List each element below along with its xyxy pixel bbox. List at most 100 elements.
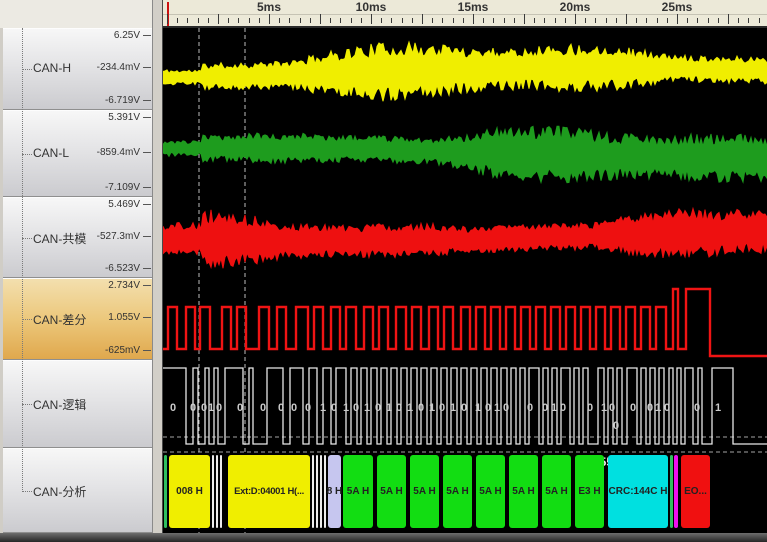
ruler-tick (759, 18, 760, 23)
ruler-tick (371, 14, 372, 24)
decode-block[interactable]: CRC:144C H (608, 455, 668, 528)
ruler-tick (646, 18, 647, 23)
ruler-time-label: 15ms (458, 0, 489, 14)
logic-bit-label: 0 (278, 402, 284, 414)
logic-bit-label: 0 (613, 420, 619, 432)
logic-bit-label: 1 (494, 402, 500, 414)
decode-block[interactable]: E3 H (575, 455, 604, 528)
logic-bit-label: 1 (655, 402, 661, 414)
decode-block[interactable] (320, 455, 322, 528)
tree-connector (22, 238, 32, 239)
scope-window: 5ms10ms15ms20ms25ms CAN-H6.25V-234.4mV-6… (0, 0, 767, 542)
ruler-tick (177, 18, 178, 23)
ruler-tick (259, 18, 260, 23)
ruler-tick (289, 18, 290, 23)
decode-block[interactable]: EO... (681, 455, 710, 528)
channel-value-bottom: -6.523V (50, 263, 140, 274)
decode-block[interactable]: 5A H (443, 455, 472, 528)
ruler-tick (524, 14, 525, 24)
channel-value-top: 5.391V (50, 112, 140, 123)
ruler-tick (208, 18, 209, 23)
decode-block[interactable] (324, 455, 326, 528)
ruler-tick (198, 18, 199, 23)
scale-tick (143, 100, 151, 101)
ruler-tick (340, 18, 341, 23)
logic-bit-label: 0 (461, 402, 467, 414)
ruler-tick (728, 14, 729, 24)
logic-bit-label: 0 (291, 402, 297, 414)
decode-block[interactable] (164, 455, 167, 528)
tree-connector (22, 154, 32, 155)
ruler-tick (442, 18, 443, 23)
waveform-area[interactable]: 255 008 HExt:D:04001 H(...8 H5A H5A H5A … (163, 28, 767, 533)
channel-value-top: 2.734V (50, 280, 140, 291)
decode-block[interactable]: 5A H (410, 455, 439, 528)
ruler-tick (167, 14, 168, 24)
logic-bit-label: 0 (237, 402, 243, 414)
logic-bit-label: 1 (407, 402, 413, 414)
ruler-tick (412, 18, 413, 23)
decode-block[interactable]: 5A H (542, 455, 571, 528)
decode-block[interactable] (220, 455, 222, 528)
tree-connector (22, 319, 32, 320)
decode-block[interactable] (674, 455, 678, 528)
channel-value-mid: 1.055V (50, 312, 140, 323)
channel-value-mid: -527.3mV (50, 231, 140, 242)
ruler-tick (544, 18, 545, 23)
ruler-tick (381, 18, 382, 23)
ruler-tick (320, 14, 321, 24)
ruler-tick (391, 18, 392, 23)
tree-line (22, 28, 23, 490)
decode-block[interactable]: 8 H (328, 455, 341, 528)
logic-bit-label: 0 (375, 402, 381, 414)
logic-bit-label: 0 (647, 402, 653, 414)
ruler-tick (493, 18, 494, 23)
ruler-tick (402, 18, 403, 23)
logic-bit-label: 0 (694, 402, 700, 414)
ruler-tick (453, 18, 454, 23)
ruler-tick (616, 18, 617, 23)
logic-bit-label: 0 (542, 402, 548, 414)
decode-block[interactable] (212, 455, 214, 528)
logic-bit-label: 1 (601, 402, 607, 414)
scale-tick (143, 187, 151, 188)
decode-block[interactable] (670, 455, 673, 528)
scale-tick (143, 350, 151, 351)
logic-bit-label: 0 (201, 402, 207, 414)
decode-block[interactable]: 5A H (509, 455, 538, 528)
scale-tick (143, 204, 151, 205)
decode-block[interactable]: 5A H (343, 455, 373, 528)
ruler-tick (269, 14, 270, 24)
logic-bit-label: 0 (609, 402, 615, 414)
sidebar-splitter[interactable] (152, 0, 163, 533)
ruler-tick (606, 18, 607, 23)
channel-value-mid: -234.4mV (50, 62, 140, 73)
tree-connector (22, 69, 32, 70)
ruler-tick (249, 18, 250, 23)
ruler-time-label: 5ms (257, 0, 281, 14)
tree-connector (22, 491, 32, 492)
ruler-tick (463, 18, 464, 23)
ruler-tick (585, 18, 586, 23)
ruler-tick (422, 14, 423, 24)
decode-block[interactable]: 5A H (476, 455, 505, 528)
time-ruler[interactable]: 5ms 10ms 15ms 20ms 25ms (163, 0, 767, 28)
logic-bit-label: 1 (320, 402, 326, 414)
scale-tick (143, 236, 151, 237)
decode-block[interactable]: 5A H (377, 455, 406, 528)
decode-block[interactable] (316, 455, 318, 528)
logic-bit-label: 0 (216, 402, 222, 414)
decode-block[interactable] (216, 455, 218, 528)
ruler-time-label: 10ms (356, 0, 387, 14)
logic-bit-label: 1 (429, 402, 435, 414)
logic-bit-label: 1 (386, 402, 392, 414)
ruler-tick (595, 18, 596, 23)
logic-bit-label: 0 (396, 402, 402, 414)
ruler-time-label: 20ms (560, 0, 591, 14)
decode-block[interactable]: 008 H (169, 455, 210, 528)
ruler-time-label: 25ms (662, 0, 693, 14)
decode-block[interactable]: Ext:D:04001 H(... (228, 455, 310, 528)
decode-block[interactable] (312, 455, 314, 528)
logic-bit-label: 0 (170, 402, 176, 414)
logic-bit-label: 0 (587, 402, 593, 414)
